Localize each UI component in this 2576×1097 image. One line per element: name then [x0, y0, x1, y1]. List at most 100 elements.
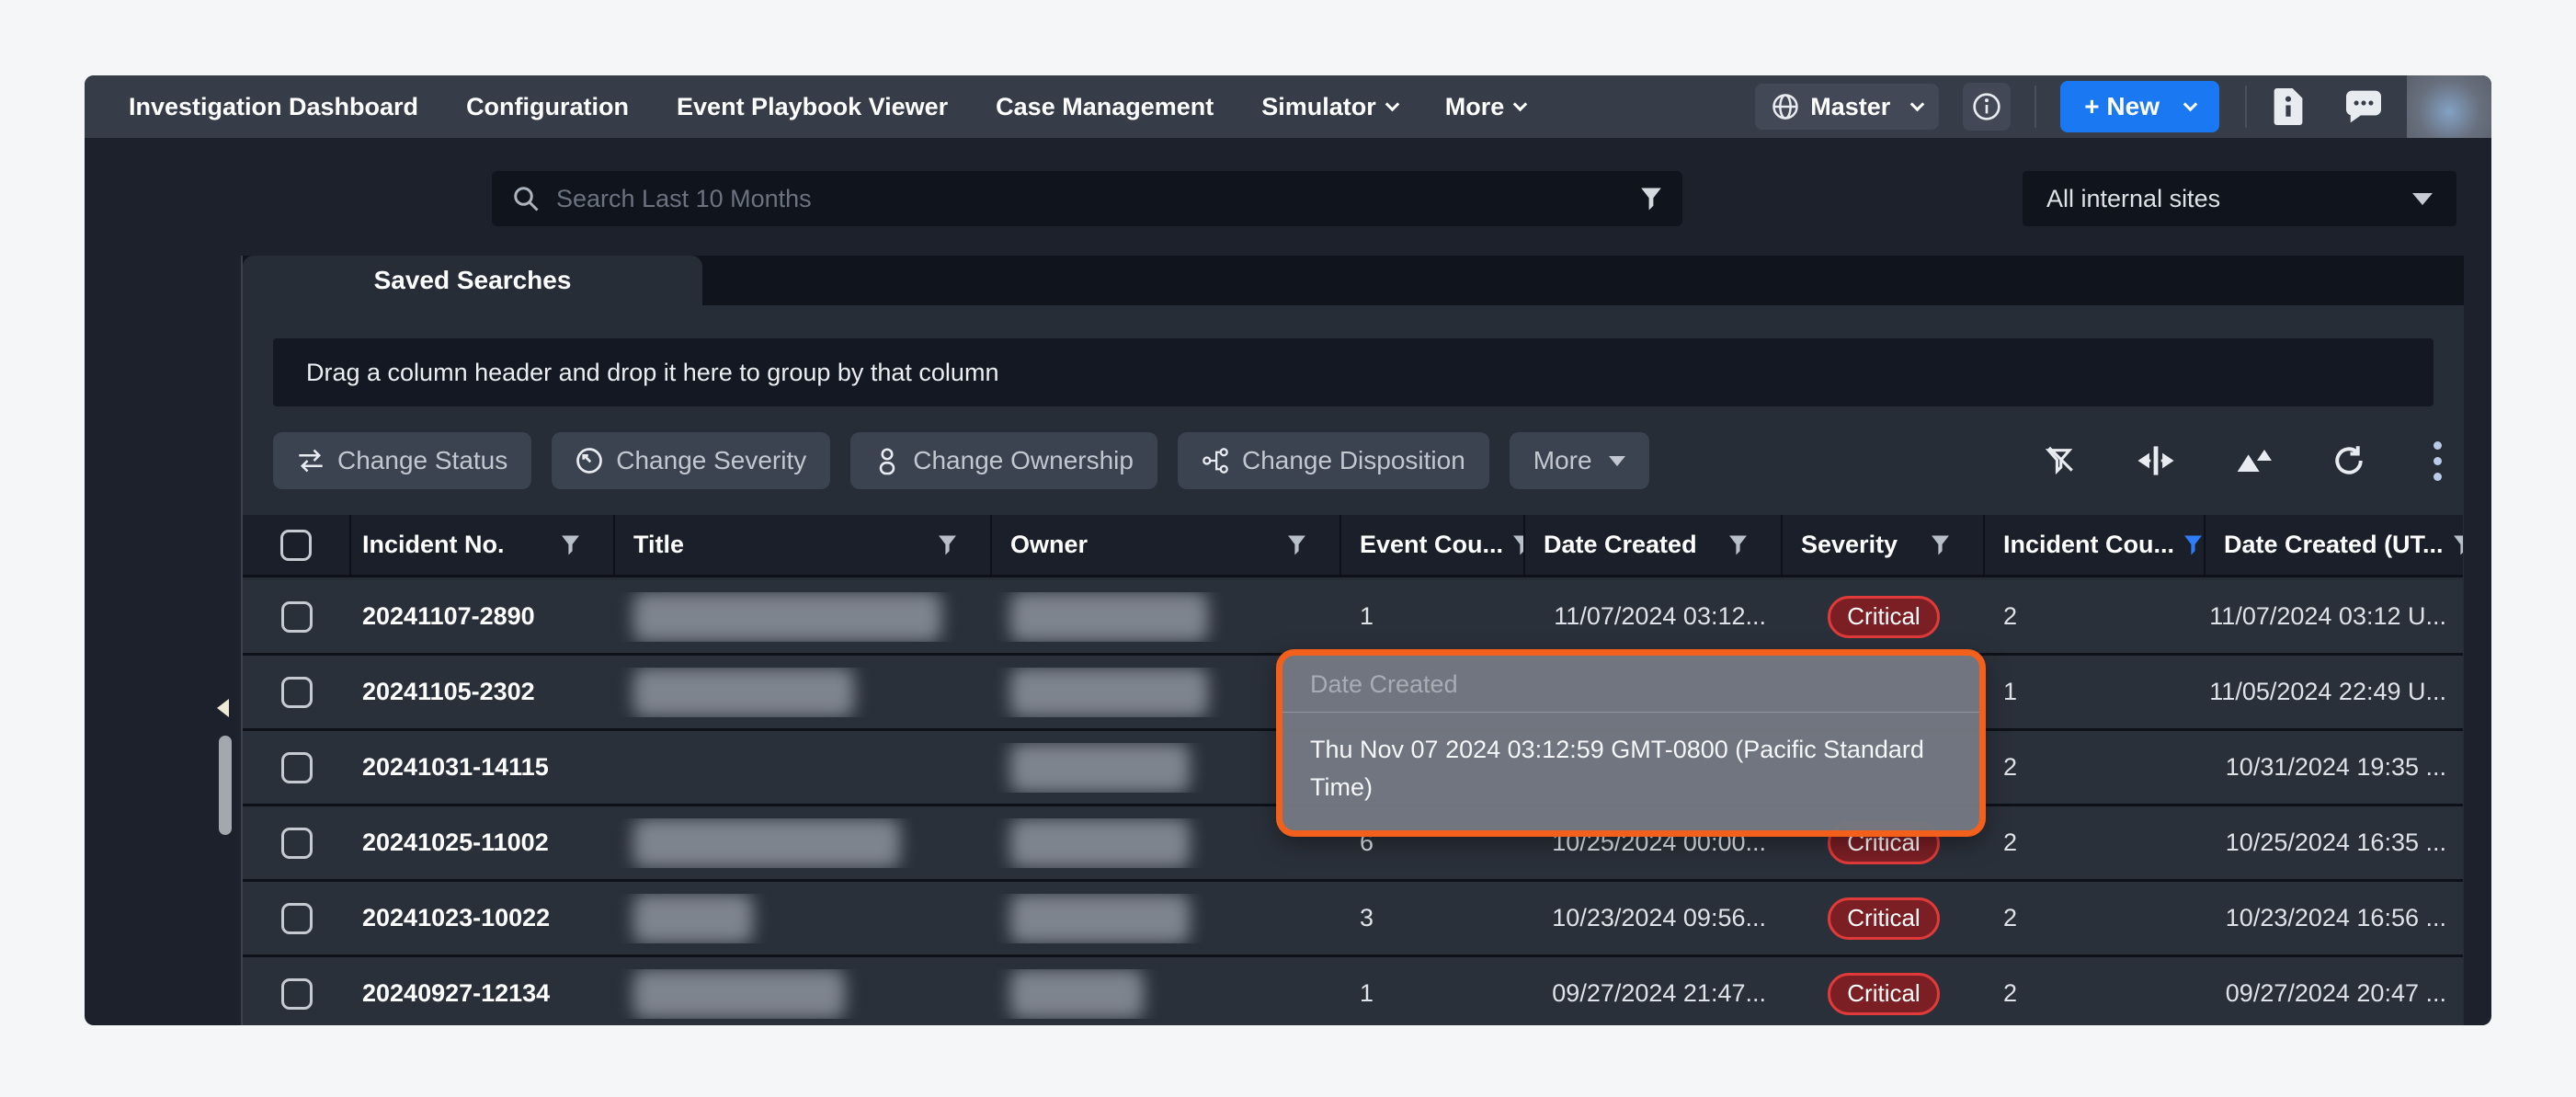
document-info-icon[interactable]: [2273, 88, 2304, 125]
column-label: Event Cou...: [1360, 531, 1503, 559]
incident-number-cell[interactable]: 20241107-2890: [351, 602, 615, 631]
incident-count-cell: 2: [1985, 979, 2206, 1008]
column-header-event-count[interactable]: Event Cou...: [1341, 515, 1525, 575]
change-ownership-button[interactable]: Change Ownership: [850, 432, 1157, 489]
filter-icon[interactable]: [938, 534, 957, 556]
filter-icon[interactable]: [1931, 534, 1950, 556]
user-avatar[interactable]: [2407, 75, 2491, 138]
row-checkbox[interactable]: [281, 752, 313, 783]
collapse-arrow-icon[interactable]: [217, 699, 229, 717]
event-count-cell: 1: [1341, 979, 1525, 1008]
column-header-incident-count[interactable]: Incident Cou...: [1985, 515, 2206, 575]
column-header-title[interactable]: Title: [615, 515, 992, 575]
date-created-utc-cell: 11/07/2024 03:12 U...: [2206, 602, 2463, 631]
nav-event-playbook-viewer[interactable]: Event Playbook Viewer: [677, 93, 948, 121]
column-label: Date Created: [1544, 531, 1697, 559]
change-status-button[interactable]: Change Status: [273, 432, 531, 489]
chevron-down-icon: [1910, 97, 1925, 111]
site-filter-dropdown[interactable]: All internal sites: [2023, 171, 2456, 226]
site-filter-value: All internal sites: [2046, 185, 2220, 213]
clear-sort-icon[interactable]: [2235, 447, 2272, 474]
tab-saved-searches[interactable]: Saved Searches: [243, 256, 702, 305]
table-row[interactable]: 20240927-12134 1 09/27/2024 21:47... Cri…: [243, 957, 2463, 1025]
page-background: Investigation Dashboard Configuration Ev…: [0, 0, 2576, 1097]
filter-icon[interactable]: [2453, 534, 2463, 556]
more-actions-button[interactable]: More: [1510, 432, 1649, 489]
search-input[interactable]: [556, 185, 1624, 213]
change-disposition-button[interactable]: Change Disposition: [1178, 432, 1489, 489]
master-tenant-dropdown[interactable]: Master: [1755, 84, 1939, 130]
tab-strip: Saved Searches: [243, 256, 2464, 305]
nav-more[interactable]: More: [1445, 93, 1526, 121]
redacted-title: [633, 592, 941, 642]
row-checkbox[interactable]: [281, 978, 313, 1010]
column-header-date-created-utc[interactable]: Date Created (UT...: [2206, 515, 2463, 575]
incident-count-cell: 2: [1985, 753, 2206, 782]
date-created-cell: 09/27/2024 21:47...: [1525, 979, 1783, 1008]
info-button[interactable]: [1963, 83, 2011, 131]
severity-badge-critical: Critical: [1828, 596, 1939, 638]
column-header-owner[interactable]: Owner: [992, 515, 1341, 575]
table-row[interactable]: 20241107-2890 1 11/07/2024 03:12... Crit…: [243, 580, 2463, 656]
new-button[interactable]: + New: [2060, 81, 2219, 132]
column-header-incident-no[interactable]: Incident No.: [351, 515, 615, 575]
incident-number-cell[interactable]: 20241031-14115: [351, 753, 615, 782]
active-filter-icon[interactable]: [2183, 534, 2203, 556]
row-checkbox[interactable]: [281, 828, 313, 859]
row-checkbox[interactable]: [281, 601, 313, 633]
row-checkbox[interactable]: [281, 677, 313, 708]
incident-number-cell[interactable]: 20241025-11002: [351, 828, 615, 857]
vertical-scrollbar-thumb[interactable]: [219, 736, 232, 835]
owner-cell: [992, 894, 1341, 943]
search-filter-icon[interactable]: [1640, 187, 1662, 211]
nav-label: Case Management: [996, 93, 1214, 121]
column-header-severity[interactable]: Severity: [1783, 515, 1985, 575]
button-label: Change Severity: [616, 446, 806, 475]
date-created-utc-cell: 10/23/2024 16:56 ...: [2206, 904, 2463, 932]
filter-icon[interactable]: [1512, 534, 1525, 556]
redacted-owner: [1010, 818, 1190, 868]
nav-label: Event Playbook Viewer: [677, 93, 948, 121]
filter-icon[interactable]: [1728, 534, 1748, 556]
select-all-checkbox[interactable]: [280, 530, 312, 561]
nav-configuration[interactable]: Configuration: [466, 93, 629, 121]
button-label: More: [1533, 446, 1592, 475]
refresh-icon[interactable]: [2332, 444, 2365, 477]
global-search: [492, 171, 1682, 226]
table-header: Incident No. Title Owner Event Cou... Da…: [243, 515, 2463, 577]
nav-case-management[interactable]: Case Management: [996, 93, 1214, 121]
nav-label: Simulator: [1261, 93, 1376, 121]
filter-icon[interactable]: [561, 534, 580, 556]
incident-number-cell[interactable]: 20241023-10022: [351, 904, 615, 932]
chat-icon[interactable]: [2344, 89, 2383, 124]
saved-searches-panel: Saved Searches Drag a column header and …: [241, 256, 2464, 1025]
column-resize-icon[interactable]: [2137, 445, 2174, 476]
severity-badge-critical: Critical: [1828, 973, 1939, 1015]
nav-simulator[interactable]: Simulator: [1261, 93, 1397, 121]
date-created-cell: 10/23/2024 09:56...: [1525, 904, 1783, 932]
column-label: Owner: [1010, 531, 1088, 559]
nav-investigation-dashboard[interactable]: Investigation Dashboard: [129, 93, 418, 121]
column-label: Date Created (UT...: [2224, 531, 2444, 559]
kebab-menu-icon[interactable]: [2426, 438, 2449, 485]
top-navbar: Investigation Dashboard Configuration Ev…: [85, 75, 2491, 138]
new-button-label: + New: [2084, 92, 2160, 121]
date-created-utc-cell: 11/05/2024 22:49 U...: [2206, 678, 2463, 706]
filter-icon[interactable]: [1287, 534, 1306, 556]
swap-icon: [297, 448, 325, 474]
row-checkbox[interactable]: [281, 903, 313, 934]
change-severity-button[interactable]: Change Severity: [552, 432, 830, 489]
globe-icon: [1772, 93, 1799, 120]
group-by-dropzone[interactable]: Drag a column header and drop it here to…: [273, 338, 2434, 406]
column-header-date-created[interactable]: Date Created: [1525, 515, 1783, 575]
title-cell: [615, 668, 992, 717]
severity-cell: Critical: [1783, 973, 1985, 1015]
date-created-utc-cell: 09/27/2024 20:47 ...: [2206, 979, 2463, 1008]
table-row[interactable]: 20241023-10022 3 10/23/2024 09:56... Cri…: [243, 882, 2463, 957]
checkbox-cell: [243, 677, 351, 708]
tooltip-body: Thu Nov 07 2024 03:12:59 GMT-0800 (Pacif…: [1282, 713, 1979, 830]
clear-filter-icon[interactable]: [2044, 445, 2077, 476]
severity-cell: Critical: [1783, 596, 1985, 638]
incident-number-cell[interactable]: 20240927-12134: [351, 979, 615, 1008]
incident-number-cell[interactable]: 20241105-2302: [351, 678, 615, 706]
